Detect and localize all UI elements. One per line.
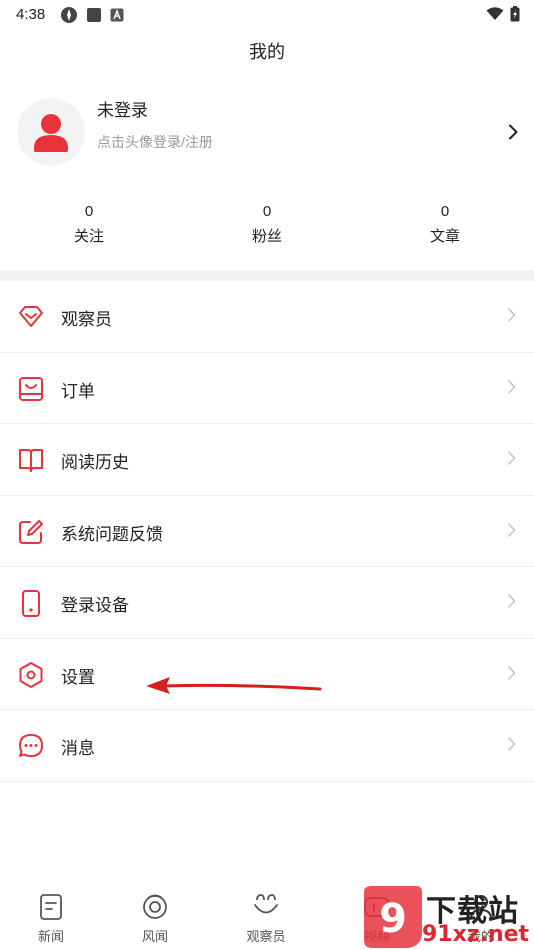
- chevron-right-icon: [507, 307, 516, 323]
- tab-news[interactable]: 新闻: [11, 892, 91, 945]
- menu-item-label: 消息: [61, 739, 95, 758]
- diamond-icon: [19, 306, 43, 327]
- stat-value: 0: [84, 203, 94, 220]
- tab-label: 观察员: [246, 929, 286, 944]
- stat-label: 文章: [429, 228, 460, 245]
- status-system-icons: [486, 6, 520, 22]
- annotation-arrow-icon: [146, 677, 322, 694]
- chevron-right-icon: [507, 736, 516, 752]
- app-notification-icon: [61, 7, 77, 23]
- square-notification-icon: [87, 8, 101, 22]
- menu-item-messages[interactable]: 消息: [0, 710, 534, 782]
- phone-icon: [22, 590, 40, 617]
- status-bar: 4:38: [0, 0, 534, 30]
- settings-menu: 观察员 订单 阅读历史 系统问题反馈 登录设备 设置 消息: [0, 281, 534, 782]
- observer-icon: [254, 894, 278, 914]
- edit-icon: [19, 519, 43, 544]
- menu-item-label: 阅读历史: [61, 453, 129, 472]
- battery-charging-icon: [510, 6, 520, 22]
- watermark-url: 91xz.net: [422, 922, 530, 947]
- menu-item-label: 设置: [61, 667, 95, 687]
- tab-label: 新闻: [37, 929, 64, 944]
- menu-item-label: 登录设备: [61, 596, 129, 615]
- tab-observer[interactable]: 观察员: [226, 892, 306, 945]
- profile-row[interactable]: 未登录 点击头像登录/注册: [0, 90, 534, 180]
- chevron-right-icon: [507, 450, 516, 466]
- tab-fengwen[interactable]: 风闻: [115, 892, 195, 945]
- chat-icon: [19, 734, 43, 757]
- profile-stats: 0 关注 0 粉丝 0 文章: [0, 200, 534, 260]
- watermark-badge-icon: 9: [364, 886, 422, 948]
- chevron-right-icon: [507, 379, 516, 394]
- section-divider: [0, 270, 534, 281]
- stat-label: 关注: [73, 228, 104, 245]
- svg-text:9: 9: [379, 896, 407, 942]
- stat-label: 粉丝: [251, 228, 282, 245]
- feng-icon: [143, 894, 167, 919]
- watermark-logo: 9 下载站 91xz.net: [360, 884, 534, 950]
- tab-label: 风闻: [141, 929, 168, 944]
- menu-item-orders[interactable]: 订单: [0, 353, 534, 424]
- menu-item-label: 订单: [61, 381, 95, 401]
- wifi-icon: [486, 7, 504, 20]
- avatar[interactable]: [17, 98, 85, 166]
- chevron-right-icon: [507, 593, 516, 609]
- book-icon: [19, 449, 43, 472]
- menu-item-reading-history[interactable]: 阅读历史: [0, 424, 534, 496]
- bag-icon: [19, 376, 43, 401]
- chevron-right-icon: [507, 522, 516, 537]
- stat-followers[interactable]: 0 粉丝: [207, 200, 327, 250]
- a-notification-icon: [110, 8, 124, 22]
- hexagon-settings-icon: [19, 661, 43, 688]
- default-avatar-icon: [34, 114, 68, 152]
- news-icon: [40, 894, 62, 920]
- chevron-right-icon[interactable]: [508, 124, 518, 140]
- menu-item-feedback[interactable]: 系统问题反馈: [0, 496, 534, 567]
- menu-item-label: 系统问题反馈: [61, 524, 163, 544]
- status-notification-icons: [60, 6, 124, 24]
- stat-following[interactable]: 0 关注: [29, 200, 149, 250]
- stat-value: 0: [440, 203, 450, 220]
- profile-login-hint: 点击头像登录/注册: [97, 134, 213, 150]
- menu-item-label: 观察员: [61, 310, 112, 329]
- profile-name: 未登录: [97, 101, 148, 120]
- page-title: 我的: [249, 42, 285, 62]
- stat-articles[interactable]: 0 文章: [385, 200, 505, 250]
- status-time: 4:38: [16, 6, 46, 23]
- menu-item-observer[interactable]: 观察员: [0, 281, 534, 353]
- menu-item-login-devices[interactable]: 登录设备: [0, 567, 534, 639]
- stat-value: 0: [262, 203, 272, 220]
- chevron-right-icon: [507, 665, 516, 680]
